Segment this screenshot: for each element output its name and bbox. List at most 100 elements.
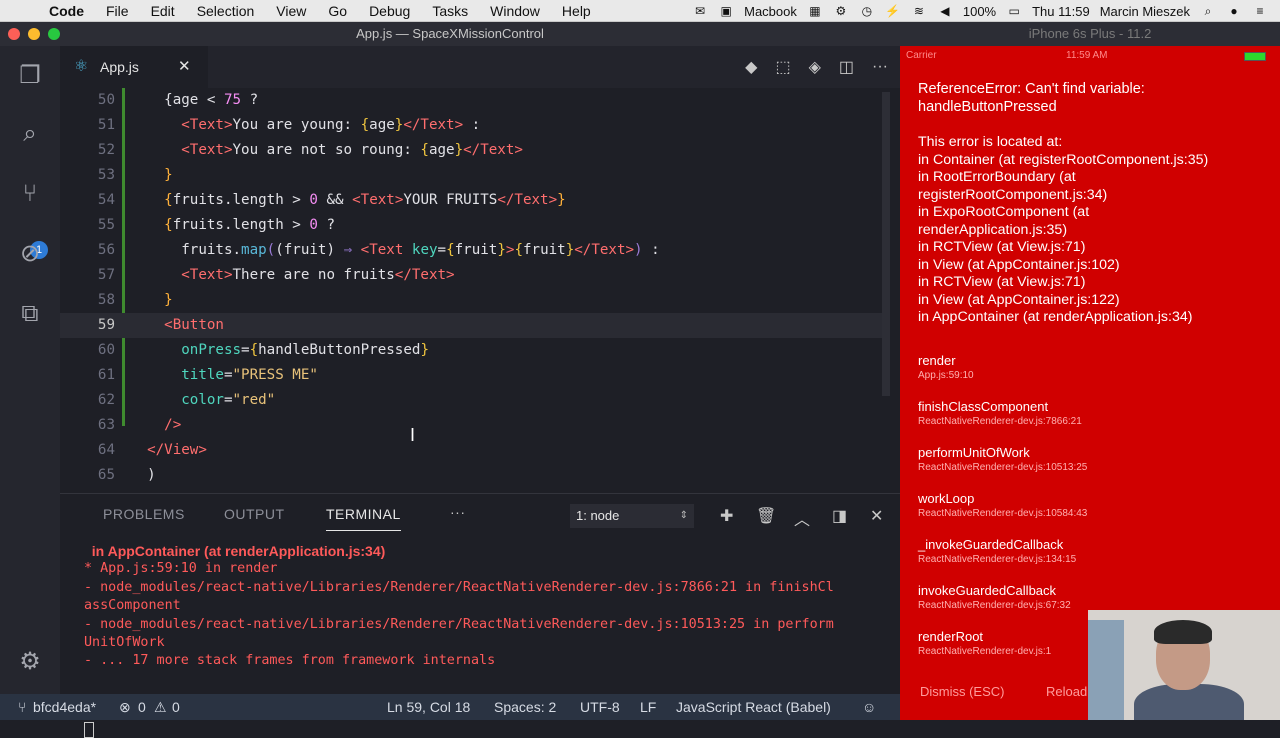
code-line[interactable]: 61 title="PRESS ME" (60, 363, 886, 388)
code-line[interactable]: 59 <Button (60, 313, 886, 338)
close-window-button[interactable] (8, 28, 20, 40)
code-token: fruits.length > (172, 192, 310, 208)
code-line[interactable]: 50 {age < 75 ? (60, 88, 886, 113)
settings-gear-icon[interactable]: ⚙ (14, 646, 46, 678)
search-icon[interactable]: ⌕ (14, 118, 46, 150)
user-name[interactable]: Marcin Mieszek (1100, 4, 1190, 19)
menu-window[interactable]: Window (479, 3, 551, 19)
menu-view[interactable]: View (265, 3, 317, 19)
trash-icon[interactable]: 🗑 (756, 506, 776, 526)
code-token: age (428, 142, 455, 158)
line-number: 59 (97, 317, 115, 333)
code-token: age (369, 117, 395, 133)
warning-icon[interactable]: ⚠ (154, 694, 167, 720)
code-line[interactable]: 56 fruits.map((fruit) ⇒ <Text key={fruit… (60, 238, 886, 263)
code-token: </Text> (574, 242, 635, 258)
notification-center-icon[interactable]: ≡ (1252, 4, 1268, 18)
git-commit-icon[interactable]: ◈ (809, 57, 821, 77)
code-line[interactable]: 57 <Text>There are no fruits</Text> (60, 263, 886, 288)
code-line[interactable]: 53 } (60, 163, 886, 188)
tab-terminal[interactable]: TERMINAL (326, 506, 401, 531)
menu-app-name[interactable]: Code (38, 3, 95, 19)
stack-frame[interactable]: render App.js:59:10 (918, 353, 1158, 383)
line-number: 60 (97, 342, 115, 358)
minimize-window-button[interactable] (28, 28, 40, 40)
menu-file[interactable]: File (95, 3, 140, 19)
clock[interactable]: Thu 11:59 (1032, 4, 1090, 19)
tab-close-icon[interactable]: ✕ (178, 46, 191, 88)
panel-more-icon[interactable]: ··· (450, 504, 466, 520)
more-actions-icon[interactable]: ··· (872, 58, 888, 76)
tab-app-js[interactable]: ⚛ App.js ✕ (60, 46, 208, 88)
terminal-select[interactable]: 1: node ⇕ (570, 504, 694, 528)
stack-frame[interactable]: _invokeGuardedCallback ReactNativeRendere… (918, 537, 1158, 567)
stack-frame[interactable]: workLoop ReactNativeRenderer-dev.js:10584… (918, 491, 1158, 521)
toggle-panel-icon[interactable]: ◨ (832, 506, 847, 526)
menu-help[interactable]: Help (551, 3, 602, 19)
battery-icon[interactable]: ▭ (1006, 4, 1022, 18)
code-line[interactable]: 54 {fruits.length > 0 && <Text>YOUR FRUI… (60, 188, 886, 213)
stack-frame[interactable]: finishClassComponent ReactNativeRenderer-… (918, 399, 1158, 429)
encoding[interactable]: UTF-8 (580, 694, 620, 720)
open-preview-icon[interactable]: ⬚ (775, 57, 790, 77)
menu-go[interactable]: Go (317, 3, 358, 19)
error-icon[interactable]: ⊗ (119, 694, 131, 720)
dismiss-button[interactable]: Dismiss (ESC) (920, 684, 1005, 699)
debug-icon[interactable]: ⊘ (14, 238, 46, 270)
code-line[interactable]: 60 onPress={handleButtonPressed} (60, 338, 886, 363)
indentation[interactable]: Spaces: 2 (494, 694, 556, 720)
menu-selection[interactable]: Selection (186, 3, 266, 19)
new-terminal-icon[interactable]: ✚ (720, 506, 733, 526)
display-icon[interactable]: ▣ (718, 4, 734, 18)
code-line[interactable]: 52 <Text>You are not so roung: {age}</Te… (60, 138, 886, 163)
spotlight-icon[interactable]: ⌕ (1200, 4, 1216, 18)
error-count[interactable]: 0 (138, 694, 146, 720)
bolt-icon[interactable]: ⚡ (885, 4, 901, 18)
cursor-position[interactable]: Ln 59, Col 18 (387, 694, 470, 720)
menu-tasks[interactable]: Tasks (421, 3, 479, 19)
split-editor-icon[interactable]: ◫ (839, 57, 854, 77)
code-line[interactable]: 55 {fruits.length > 0 ? (60, 213, 886, 238)
code-line[interactable]: 64 </View> (60, 438, 886, 463)
branch-icon[interactable]: ⑂ (18, 694, 26, 720)
code-line[interactable]: 51 <Text>You are young: {age}</Text> : (60, 113, 886, 138)
git-compare-icon[interactable]: ◆ (745, 57, 757, 77)
terminal-output[interactable]: in AppContainer (at renderApplication.js… (84, 542, 894, 738)
menu-edit[interactable]: Edit (140, 3, 186, 19)
code-line[interactable]: 58 } (60, 288, 886, 313)
grid-icon[interactable]: ▦ (807, 4, 823, 18)
source-control-icon[interactable]: ⑂ (14, 178, 46, 210)
wifi-icon[interactable]: ≋ (911, 4, 927, 18)
chevron-up-icon[interactable]: ︿ (794, 506, 810, 530)
explorer-icon[interactable]: ❐ (14, 60, 46, 92)
close-panel-icon[interactable]: ✕ (870, 506, 883, 526)
line-code: <Button (130, 313, 224, 338)
volume-icon[interactable]: ◀ (937, 4, 953, 18)
code-token: <Text> (181, 117, 233, 133)
network-icon[interactable]: ⚙ (833, 4, 849, 18)
line-ending[interactable]: LF (640, 694, 656, 720)
language-mode[interactable]: JavaScript React (Babel) (676, 694, 831, 720)
tab-problems[interactable]: PROBLEMS (103, 506, 185, 522)
error-location-line: in RCTView (at View.js:71) (918, 274, 1086, 290)
time-machine-icon[interactable]: ◷ (859, 4, 875, 18)
battery-percent[interactable]: 100% (963, 4, 996, 19)
zoom-window-button[interactable] (48, 28, 60, 40)
extensions-icon[interactable]: ⧉ (14, 298, 46, 330)
code-line[interactable]: 65 ) (60, 463, 886, 488)
tab-output[interactable]: OUTPUT (224, 506, 285, 522)
code-line[interactable]: 63 /> (60, 413, 886, 438)
code-editor[interactable]: 50 {age < 75 ? 51 <Text>You are young: {a… (60, 88, 900, 493)
stack-frame[interactable]: performUnitOfWork ReactNativeRenderer-dev… (918, 445, 1158, 475)
feedback-smiley-icon[interactable]: ☺ (862, 694, 876, 720)
code-line[interactable]: 62 color="red" (60, 388, 886, 413)
warning-count[interactable]: 0 (172, 694, 180, 720)
messenger-icon[interactable]: ✉ (692, 4, 708, 18)
macbook-label[interactable]: Macbook (744, 4, 797, 19)
menu-debug[interactable]: Debug (358, 3, 421, 19)
siri-icon[interactable]: ● (1226, 4, 1242, 18)
editor-scrollbar[interactable] (882, 92, 890, 396)
reload-button[interactable]: Reload (1046, 684, 1087, 699)
stack-frame[interactable]: invokeGuardedCallback ReactNativeRenderer… (918, 583, 1158, 613)
git-branch[interactable]: bfcd4eda* (33, 694, 96, 720)
